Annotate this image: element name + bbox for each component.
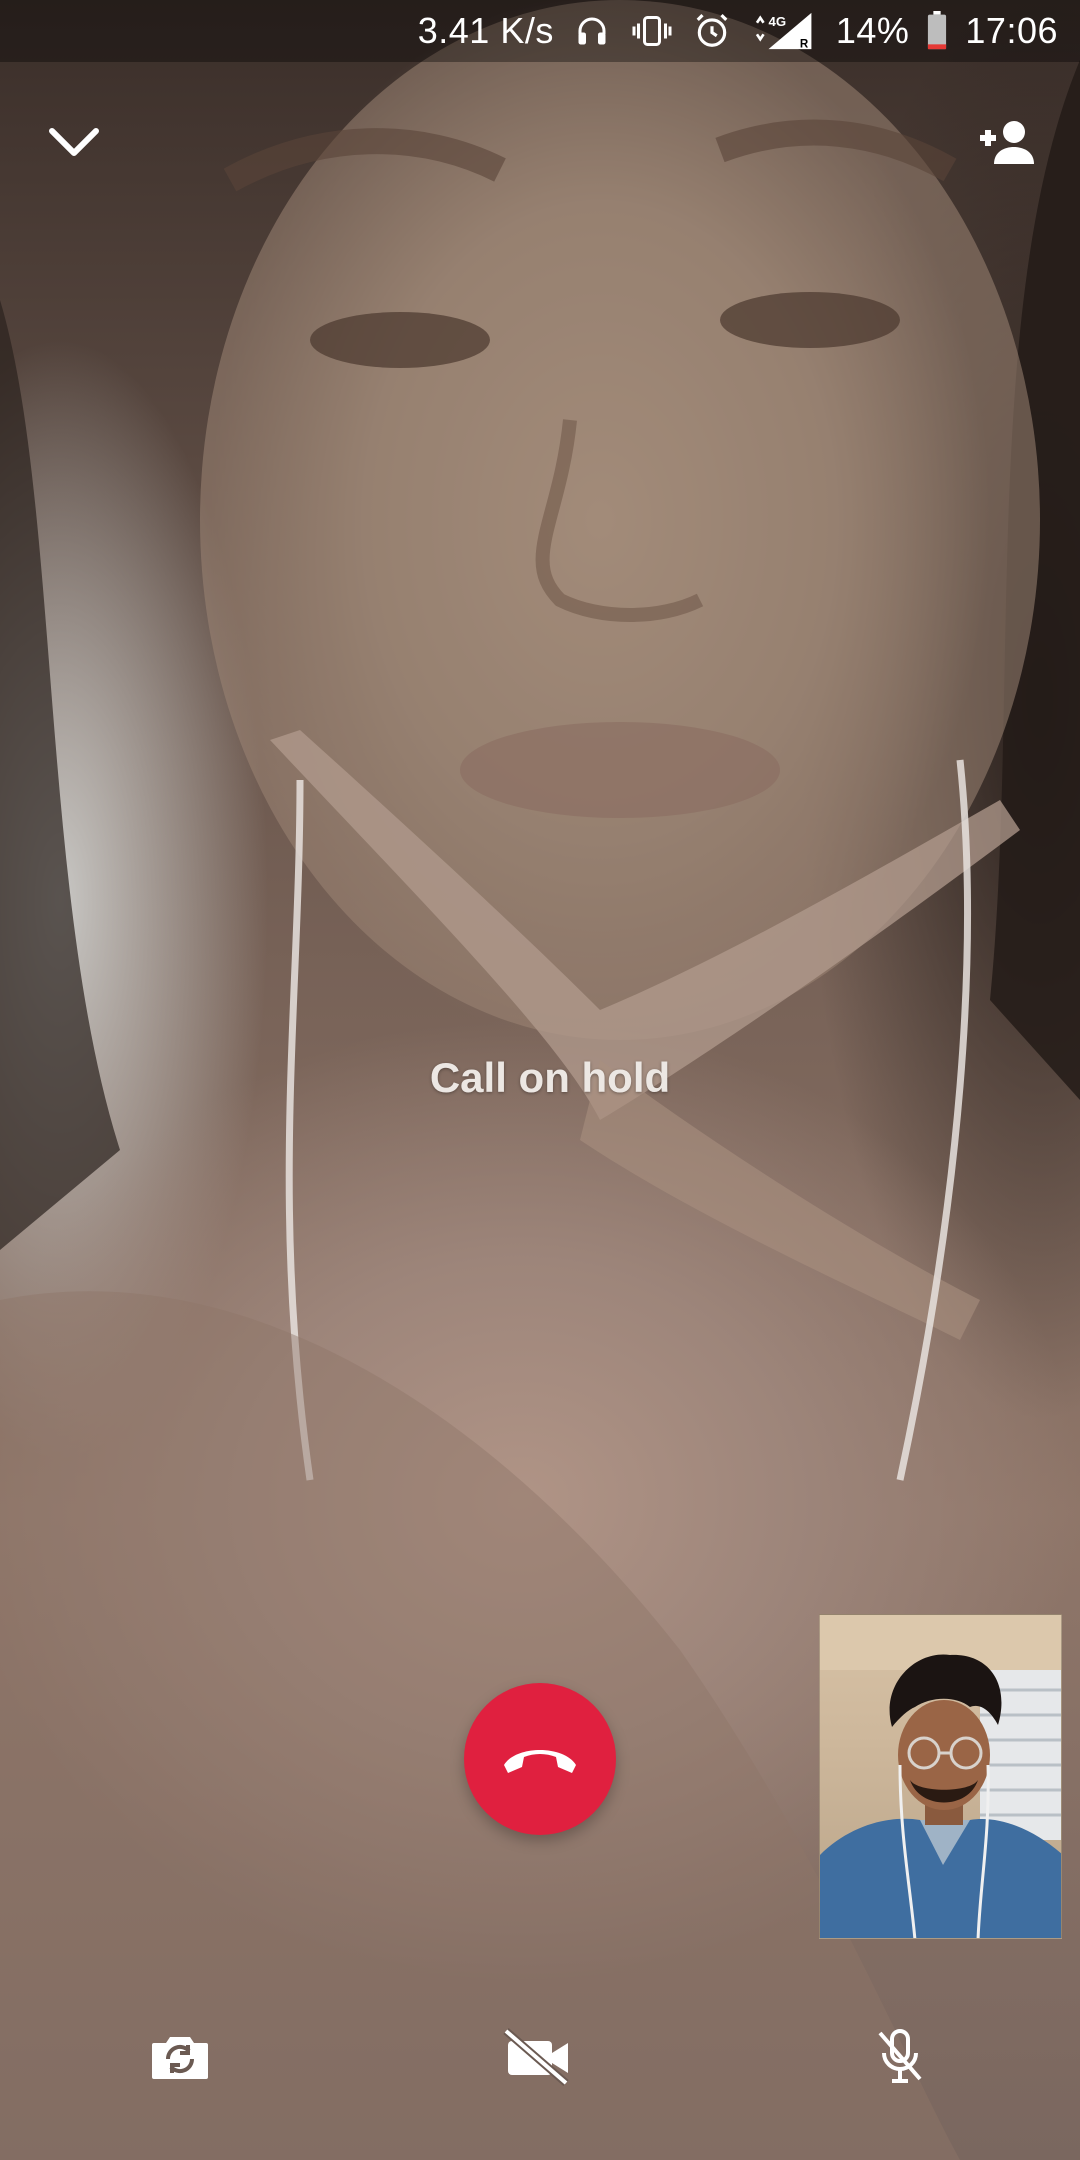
alarm-icon	[690, 9, 734, 53]
hang-up-icon	[504, 1750, 576, 1773]
roaming-mark: R	[800, 39, 809, 51]
battery-icon	[925, 9, 949, 53]
mute-button[interactable]	[852, 2022, 948, 2092]
self-video-frame	[820, 1615, 1061, 1938]
minimize-call-button[interactable]	[32, 100, 116, 184]
video-off-icon	[503, 2027, 569, 2087]
signal-icon: 4G R	[750, 9, 820, 53]
call-status-text: Call on hold	[429, 1054, 671, 1101]
vibrate-icon	[630, 9, 674, 53]
network-speed: 3.41 K/s	[417, 10, 554, 51]
add-participant-button[interactable]	[962, 100, 1046, 184]
mic-off-icon	[878, 2029, 922, 2083]
headphones-icon	[570, 9, 614, 53]
flip-camera-button[interactable]	[132, 2022, 228, 2092]
status-bar: 3.41 K/s 4G R 14% 17:06	[0, 0, 1080, 62]
video-toggle-button[interactable]	[490, 2022, 586, 2092]
battery-percent: 14%	[835, 10, 910, 51]
network-type: 4G	[768, 14, 786, 29]
end-call-button[interactable]	[464, 1683, 616, 1835]
clock: 17:06	[965, 10, 1058, 51]
flip-camera-icon	[152, 2037, 208, 2079]
chevron-down-icon	[49, 128, 99, 156]
add-person-icon	[980, 121, 1034, 164]
self-video-preview[interactable]	[819, 1614, 1062, 1939]
